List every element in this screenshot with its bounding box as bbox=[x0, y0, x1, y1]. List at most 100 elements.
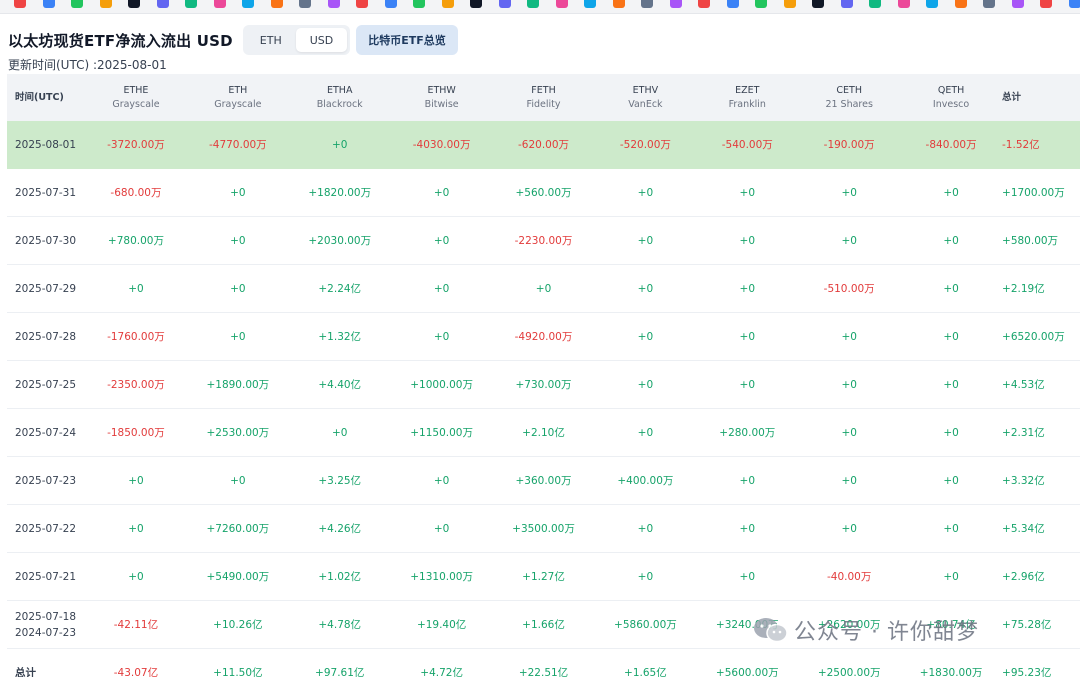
bookmark-icon[interactable] bbox=[612, 0, 625, 8]
flow-cell: +1.66亿 bbox=[522, 619, 565, 631]
flow-cell: +0 bbox=[841, 330, 857, 343]
flow-cell: +0 bbox=[943, 570, 959, 583]
bookmark-icon[interactable] bbox=[983, 0, 995, 8]
bookmark-icon[interactable] bbox=[470, 0, 482, 8]
flow-cell: +1890.00万 bbox=[206, 379, 270, 391]
bookmark-icon[interactable] bbox=[1068, 0, 1080, 8]
date-cell: 2025-07-28 bbox=[15, 330, 77, 343]
flow-cell: +97.61亿 bbox=[315, 667, 365, 677]
watermark-text: 公众号 · 许你甜梦 bbox=[794, 620, 979, 645]
bookmark-icon[interactable] bbox=[641, 0, 653, 8]
flow-cell: +0 bbox=[739, 378, 756, 391]
bookmark-icon[interactable] bbox=[527, 0, 539, 8]
bookmark-icon[interactable] bbox=[783, 0, 796, 8]
bookmark-icon[interactable] bbox=[840, 0, 853, 8]
column-ticker: 时间(UTC) bbox=[15, 91, 64, 103]
bookmark-icon[interactable] bbox=[185, 0, 197, 8]
flow-cell: +0 bbox=[433, 522, 450, 535]
flow-cell: +2030.00万 bbox=[308, 235, 372, 247]
bookmark-icon[interactable] bbox=[926, 0, 938, 8]
flow-cell: +0 bbox=[230, 282, 246, 295]
bookmark-icon[interactable] bbox=[299, 0, 311, 8]
column-header: FETH Fidelity bbox=[493, 74, 595, 121]
bookmark-icon[interactable] bbox=[327, 0, 340, 8]
bookmark-icon[interactable] bbox=[755, 0, 767, 8]
date-cell: 2025-07-31 bbox=[15, 186, 77, 199]
bookmark-icon[interactable] bbox=[356, 0, 368, 8]
flow-cell: +0 bbox=[637, 234, 654, 247]
flow-cell: -1850.00万 bbox=[107, 427, 165, 439]
flow-cell: +4.78亿 bbox=[318, 619, 362, 631]
column-header: ETH Grayscale bbox=[187, 74, 289, 121]
flow-cell: +0 bbox=[943, 522, 959, 535]
bookmark-icon[interactable] bbox=[669, 0, 682, 8]
bookmark-icon[interactable] bbox=[71, 0, 83, 8]
table-body: 2025-08-01 -3720.00万 -4770.00万 +0 -4030.00万 -… bbox=[7, 121, 1080, 677]
table-row: 2025-07-23 +0 +0 +3.25亿 +0 +360.00万 +400.00万 +0… bbox=[7, 457, 1080, 505]
bookmarks-bar bbox=[0, 0, 1080, 14]
date-cell: 2025-07-22 bbox=[15, 522, 77, 535]
total-cell: +2.19亿 bbox=[1002, 283, 1045, 295]
flow-cell: +400.00万 bbox=[617, 475, 674, 487]
bookmark-icon[interactable] bbox=[156, 0, 169, 8]
btc-etf-overview-button[interactable]: 比特币ETF总览 bbox=[356, 25, 458, 55]
table-row: 2025-07-25 -2350.00万 +1890.00万 +4.40亿 +1000.… bbox=[7, 361, 1080, 409]
page-header: 以太坊现货ETF净流入流出 USD ETH USD 比特币ETF总览 bbox=[8, 24, 458, 56]
flow-cell: +0 bbox=[637, 570, 654, 583]
flow-cell: +22.51亿 bbox=[518, 667, 569, 677]
bookmark-icon[interactable] bbox=[441, 0, 454, 8]
flow-cell: +0 bbox=[943, 186, 959, 199]
flow-cell: +2530.00万 bbox=[206, 427, 270, 439]
bookmark-icon[interactable] bbox=[413, 0, 425, 8]
table-row: 2025-08-01 -3720.00万 -4770.00万 +0 -4030.00万 -… bbox=[7, 121, 1080, 169]
bookmark-icon[interactable] bbox=[584, 0, 596, 8]
flow-cell: +0 bbox=[739, 570, 756, 583]
bookmark-icon[interactable] bbox=[14, 0, 26, 8]
bookmark-icon[interactable] bbox=[242, 0, 254, 8]
flow-cell: +0 bbox=[739, 234, 756, 247]
bookmark-icon[interactable] bbox=[897, 0, 910, 8]
flow-cell: +280.00万 bbox=[719, 427, 776, 439]
flow-cell: +0 bbox=[841, 234, 857, 247]
bookmark-icon[interactable] bbox=[954, 0, 967, 8]
bookmark-icon[interactable] bbox=[213, 0, 226, 8]
flow-cell: +0 bbox=[841, 186, 857, 199]
flow-cell: +1150.00万 bbox=[410, 427, 473, 439]
bookmark-icon[interactable] bbox=[1040, 0, 1052, 8]
column-header: 总计 bbox=[1002, 74, 1080, 121]
bookmark-icon[interactable] bbox=[726, 0, 739, 8]
flow-cell: -520.00万 bbox=[619, 139, 671, 151]
flow-cell: -43.07亿 bbox=[113, 667, 159, 677]
bookmark-icon[interactable] bbox=[698, 0, 710, 8]
table-row: 2025-07-28 -1760.00万 +0 +1.32亿 +0 -4920.00万 +0… bbox=[7, 313, 1080, 361]
bookmark-icon[interactable] bbox=[555, 0, 568, 8]
bookmark-icon[interactable] bbox=[498, 0, 511, 8]
bookmark-icon[interactable] bbox=[1011, 0, 1024, 8]
eth-toggle-button[interactable]: ETH bbox=[246, 28, 296, 52]
column-ticker: FETH bbox=[531, 84, 556, 96]
flow-cell: +0 bbox=[943, 330, 959, 343]
column-issuer: Blackrock bbox=[316, 98, 363, 110]
flow-cell: -190.00万 bbox=[823, 139, 875, 151]
column-header: 时间(UTC) bbox=[7, 74, 85, 121]
date-cell: 2025-07-25 bbox=[15, 378, 77, 391]
table-row: 2025-07-30 +780.00万 +0 +2030.00万 +0 -2230.00万… bbox=[7, 217, 1080, 265]
bookmark-icon[interactable] bbox=[869, 0, 881, 8]
date-cell: 总计 bbox=[15, 667, 36, 677]
flow-cell: +1.02亿 bbox=[318, 571, 362, 583]
bookmark-icon[interactable] bbox=[128, 0, 140, 8]
flow-cell: +730.00万 bbox=[515, 379, 572, 391]
table-header: 时间(UTC) ETHE Grayscale ETH Grayscale ETHA Blac… bbox=[7, 74, 1080, 121]
column-ticker: ETHA bbox=[327, 84, 353, 96]
flow-cell: +1.32亿 bbox=[318, 331, 362, 343]
bookmark-icon[interactable] bbox=[42, 0, 55, 8]
column-issuer: Grayscale bbox=[214, 98, 262, 110]
bookmark-icon[interactable] bbox=[384, 0, 397, 8]
bookmark-icon[interactable] bbox=[270, 0, 283, 8]
column-ticker: CETH bbox=[836, 84, 862, 96]
column-issuer: VanEck bbox=[628, 98, 663, 110]
usd-toggle-button[interactable]: USD bbox=[295, 28, 348, 52]
bookmark-icon[interactable] bbox=[812, 0, 824, 8]
date-cell: 2025-07-18 2024-07-23 bbox=[7, 601, 85, 648]
bookmark-icon[interactable] bbox=[99, 0, 112, 8]
